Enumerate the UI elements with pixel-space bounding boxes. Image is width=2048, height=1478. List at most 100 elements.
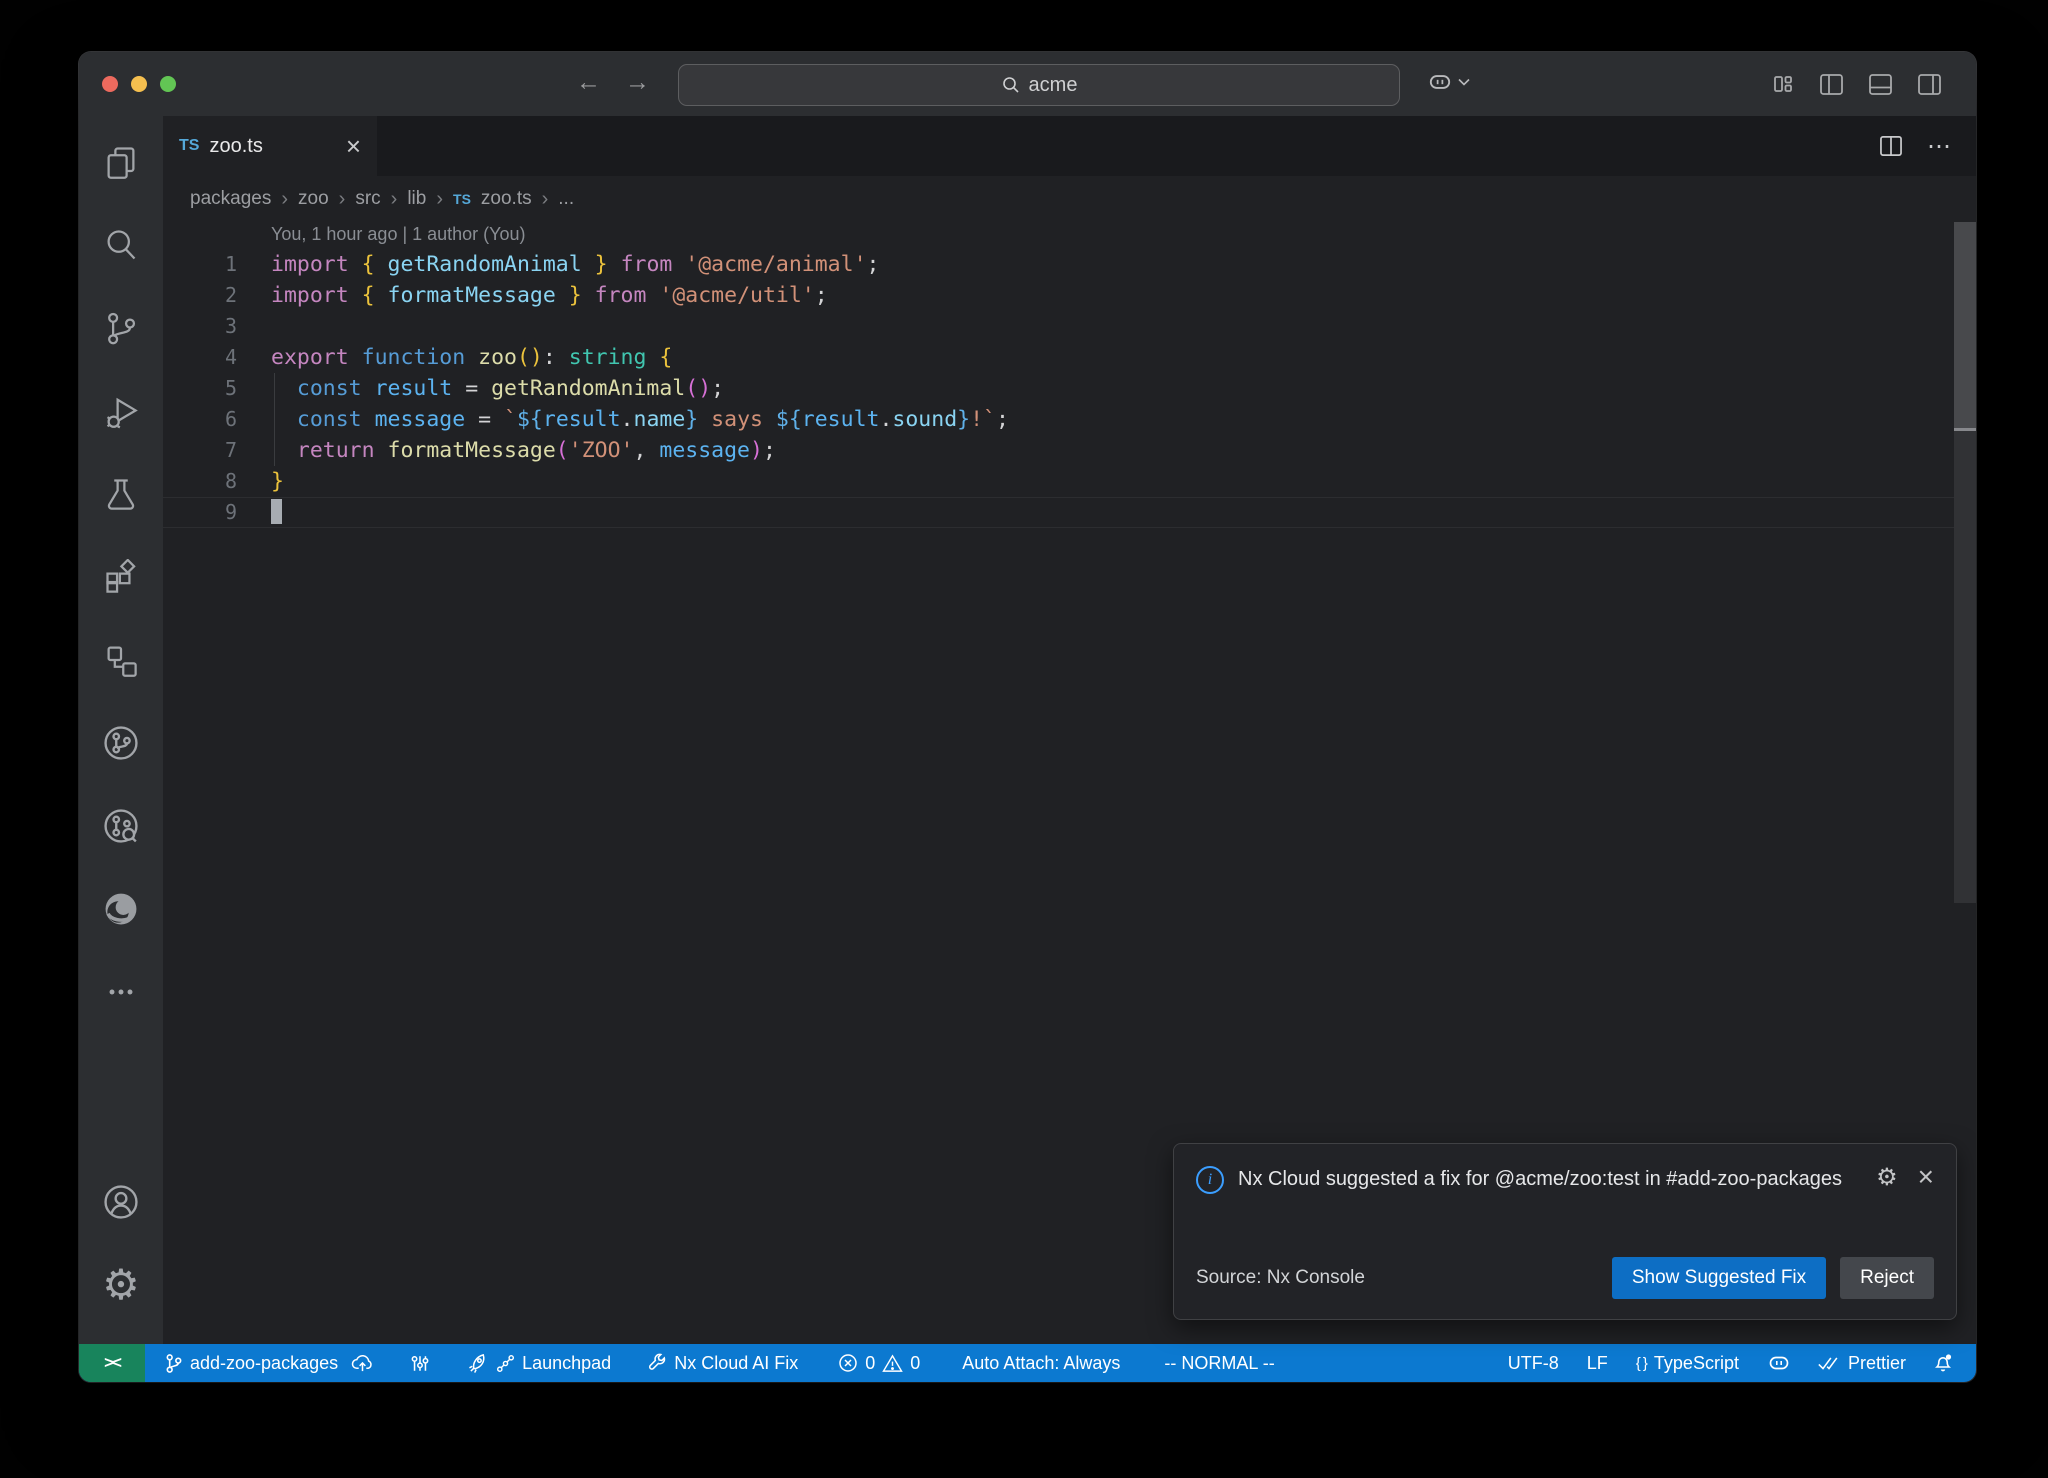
close-window-button[interactable] xyxy=(102,76,118,92)
reject-button[interactable]: Reject xyxy=(1840,1257,1934,1299)
close-icon[interactable]: × xyxy=(1918,1166,1934,1188)
gear-icon[interactable]: ⚙ xyxy=(1876,1166,1898,1190)
language-mode-item[interactable]: { } TypeScript xyxy=(1625,1344,1750,1382)
split-editor-icon[interactable] xyxy=(1879,135,1903,157)
scrollbar-track-shade xyxy=(1954,431,1976,903)
git-branch-icon xyxy=(164,1353,183,1374)
code-line-2[interactable]: 2import { formatMessage } from '@acme/ut… xyxy=(163,280,1976,311)
copilot-icon xyxy=(1767,1351,1791,1375)
forward-button[interactable]: → xyxy=(625,68,650,97)
search-icon[interactable] xyxy=(97,221,145,269)
code-line-4[interactable]: 4export function zoo(): string { xyxy=(163,342,1976,373)
code-line-9[interactable]: 9 xyxy=(163,497,1976,528)
problems-item[interactable]: 0 0 xyxy=(827,1344,931,1382)
line-number: 8 xyxy=(163,466,237,497)
breadcrumb-item[interactable]: zoo xyxy=(298,188,329,210)
files-icon[interactable] xyxy=(97,138,145,186)
source-control-icon[interactable] xyxy=(97,304,145,352)
remote-indicator[interactable]: >< xyxy=(79,1344,145,1382)
breadcrumb-item[interactable]: lib xyxy=(407,188,426,210)
notification-toast: i Nx Cloud suggested a fix for @acme/zoo… xyxy=(1173,1143,1957,1320)
more-actions-icon[interactable]: ⋯ xyxy=(1927,132,1954,161)
copilot-menu[interactable] xyxy=(1427,69,1470,95)
testing-icon[interactable] xyxy=(97,470,145,518)
typescript-file-icon: TS xyxy=(453,191,471,207)
editor-cursor xyxy=(271,499,282,524)
nx-cloud-ai-fix-label: Nx Cloud AI Fix xyxy=(674,1353,798,1374)
pipeline-item[interactable] xyxy=(399,1344,441,1382)
warning-count: 0 xyxy=(910,1353,920,1374)
formatter-label: Prettier xyxy=(1848,1353,1906,1374)
code-lines: 1import { getRandomAnimal } from '@acme/… xyxy=(163,249,1976,528)
git-branch-item[interactable]: add-zoo-packages xyxy=(153,1344,385,1382)
line-number: 9 xyxy=(163,497,237,528)
settings-gear-icon[interactable]: ⚙ xyxy=(97,1261,145,1309)
run-debug-icon[interactable] xyxy=(97,387,145,435)
tab-title: zoo.ts xyxy=(209,135,335,158)
error-icon xyxy=(838,1353,858,1373)
minimize-window-button[interactable] xyxy=(131,76,147,92)
line-number: 3 xyxy=(163,311,237,342)
breadcrumb-item[interactable]: packages xyxy=(190,188,271,210)
rocket-icon xyxy=(468,1353,489,1374)
more-icon[interactable] xyxy=(97,968,145,1016)
nx-cloud-icon[interactable] xyxy=(97,802,145,850)
editor-scrollbar[interactable] xyxy=(1954,222,1976,1344)
code-line-3[interactable]: 3 xyxy=(163,311,1976,342)
references-icon[interactable] xyxy=(97,636,145,684)
notifications-bell[interactable] xyxy=(1921,1344,1968,1382)
breadcrumb-item[interactable]: ... xyxy=(558,188,574,210)
info-icon: i xyxy=(1196,1166,1224,1194)
notification-source: Source: Nx Console xyxy=(1196,1267,1365,1289)
formatter-item[interactable]: Prettier xyxy=(1806,1344,1917,1382)
activity-bar: ⚙ xyxy=(79,116,163,1344)
back-button[interactable]: ← xyxy=(576,68,601,97)
git-blame-annotation: You, 1 hour ago | 1 author (You) xyxy=(163,222,1976,249)
encoding-label: UTF-8 xyxy=(1508,1353,1559,1374)
vscode-window: ← → acme xyxy=(79,52,1976,1382)
line-number: 6 xyxy=(163,404,237,435)
toggle-panel-icon[interactable] xyxy=(1868,73,1893,96)
typescript-file-icon: TS xyxy=(179,137,199,155)
status-bar: >< add-zoo-packages xyxy=(79,1344,1976,1382)
scrollbar-thumb[interactable] xyxy=(1954,222,1976,428)
language-label: TypeScript xyxy=(1654,1353,1739,1374)
error-count: 0 xyxy=(865,1353,875,1374)
vim-mode-item[interactable]: -- NORMAL -- xyxy=(1153,1344,1285,1382)
nx-console-icon[interactable] xyxy=(97,719,145,767)
extensions-icon[interactable] xyxy=(97,553,145,601)
copilot-status-item[interactable] xyxy=(1756,1344,1802,1382)
line-number: 7 xyxy=(163,435,237,466)
nodes-icon xyxy=(496,1354,515,1373)
maximize-window-button[interactable] xyxy=(160,76,176,92)
code-line-6[interactable]: 6 const message = `${result.name} says $… xyxy=(163,404,1976,435)
breadcrumb-item[interactable]: src xyxy=(355,188,380,210)
launchpad-item[interactable]: Launchpad xyxy=(457,1344,622,1382)
breadcrumb-item[interactable]: zoo.ts xyxy=(481,188,532,210)
double-check-icon xyxy=(1817,1355,1841,1372)
encoding-item[interactable]: UTF-8 xyxy=(1497,1344,1570,1382)
code-line-5[interactable]: 5 const result = getRandomAnimal(); xyxy=(163,373,1976,404)
copilot-icon xyxy=(1427,69,1453,95)
chevron-down-icon xyxy=(1458,78,1470,86)
toggle-primary-sidebar-icon[interactable] xyxy=(1819,73,1844,96)
code-line-7[interactable]: 7 return formatMessage('ZOO', message); xyxy=(163,435,1976,466)
code-line-8[interactable]: 8} xyxy=(163,466,1976,497)
eol-item[interactable]: LF xyxy=(1576,1344,1619,1382)
customize-layout-icon[interactable] xyxy=(1771,72,1795,96)
close-tab-icon[interactable]: × xyxy=(346,133,361,159)
auto-attach-item[interactable]: Auto Attach: Always xyxy=(951,1344,1131,1382)
title-bar: ← → acme xyxy=(79,52,1976,116)
line-number: 5 xyxy=(163,373,237,404)
tab-zoo-ts[interactable]: TS zoo.ts × xyxy=(163,116,377,176)
show-suggested-fix-button[interactable]: Show Suggested Fix xyxy=(1612,1257,1826,1299)
code-line-1[interactable]: 1import { getRandomAnimal } from '@acme/… xyxy=(163,249,1976,280)
account-icon[interactable] xyxy=(97,1178,145,1226)
nx-cloud-ai-fix-item[interactable]: Nx Cloud AI Fix xyxy=(636,1344,809,1382)
wrench-icon xyxy=(647,1353,667,1373)
command-center-search[interactable]: acme xyxy=(678,64,1400,106)
remote-icon: >< xyxy=(104,1353,120,1373)
edge-browser-icon[interactable] xyxy=(97,885,145,933)
toggle-secondary-sidebar-icon[interactable] xyxy=(1917,73,1942,96)
line-number: 4 xyxy=(163,342,237,373)
